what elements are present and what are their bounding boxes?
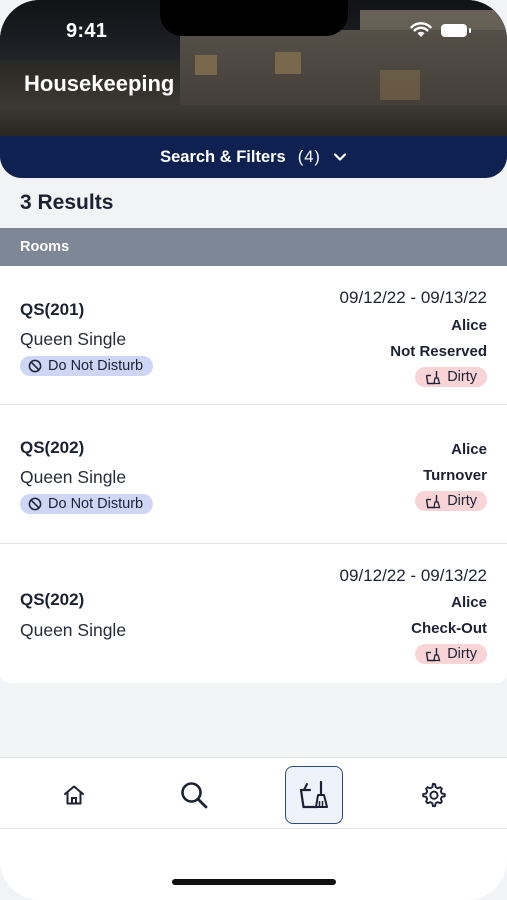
housekeeping-icon bbox=[299, 780, 328, 809]
assignee-name: Alice bbox=[451, 317, 487, 334]
room-code: QS(202) bbox=[20, 438, 85, 457]
battery-icon bbox=[441, 23, 471, 37]
housekeeping-icon bbox=[425, 647, 441, 661]
housekeeping-icon bbox=[425, 370, 441, 384]
room-code: QS(202) bbox=[20, 590, 85, 609]
room-card[interactable]: QS(202) Queen Single Do Not Disturb Alic… bbox=[0, 405, 507, 544]
app-screen: 9:41 Housekeeping Search & Filters (4) 3… bbox=[0, 0, 507, 900]
room-type: Queen Single bbox=[20, 467, 127, 487]
room-type: Queen Single bbox=[20, 329, 127, 349]
search-filters-button[interactable]: Search & Filters (4) bbox=[0, 136, 507, 178]
stay-dates: 09/12/22 - 09/13/22 bbox=[339, 566, 487, 585]
filter-label: Search & Filters bbox=[160, 147, 286, 166]
no-entry-icon bbox=[28, 497, 42, 511]
room-code: QS(201) bbox=[20, 300, 85, 319]
status-label: Dirty bbox=[447, 493, 477, 509]
room-card[interactable]: QS(202) Queen Single 09/12/22 - 09/13/22… bbox=[0, 544, 507, 683]
filter-count: (4) bbox=[297, 147, 321, 166]
stay-dates: 09/12/22 - 09/13/22 bbox=[339, 288, 487, 307]
gear-icon bbox=[422, 782, 446, 808]
status-label: Dirty bbox=[447, 369, 477, 385]
reservation-status: Not Reserved bbox=[390, 343, 487, 360]
tab-home[interactable] bbox=[45, 766, 103, 824]
tab-housekeeping[interactable] bbox=[285, 766, 343, 824]
housekeeping-icon bbox=[425, 494, 441, 508]
home-icon bbox=[64, 785, 84, 805]
no-entry-icon bbox=[28, 359, 42, 373]
search-icon bbox=[181, 782, 208, 809]
room-status-badge: Dirty bbox=[415, 491, 487, 511]
status-time: 9:41 bbox=[66, 20, 108, 42]
wifi-icon bbox=[410, 22, 432, 37]
room-type: Queen Single bbox=[20, 620, 127, 640]
reservation-status: Turnover bbox=[423, 467, 487, 484]
chevron-down-icon bbox=[333, 153, 347, 161]
page-title: Housekeeping bbox=[24, 71, 175, 96]
assignee-name: Alice bbox=[451, 594, 487, 611]
section-header-rooms: Rooms bbox=[0, 228, 507, 266]
tab-bar bbox=[0, 757, 507, 829]
tab-settings[interactable] bbox=[404, 766, 462, 824]
dnd-label: Do Not Disturb bbox=[48, 496, 144, 512]
reservation-status: Check-Out bbox=[411, 620, 487, 637]
device-notch bbox=[160, 0, 348, 36]
results-count: 3 Results bbox=[20, 191, 114, 214]
header: 9:41 Housekeeping Search & Filters (4) bbox=[0, 0, 507, 178]
do-not-disturb-badge: Do Not Disturb bbox=[20, 494, 154, 514]
do-not-disturb-badge: Do Not Disturb bbox=[20, 356, 154, 376]
room-card[interactable]: QS(201) Queen Single Do Not Disturb 09/1… bbox=[0, 266, 507, 405]
room-status-badge: Dirty bbox=[415, 367, 487, 387]
status-icons bbox=[410, 22, 471, 38]
assignee-name: Alice bbox=[451, 441, 487, 458]
home-indicator[interactable] bbox=[172, 879, 336, 885]
room-status-badge: Dirty bbox=[415, 644, 487, 664]
bottom-safe-area bbox=[0, 829, 507, 900]
status-label: Dirty bbox=[447, 646, 477, 662]
rooms-list: QS(201) Queen Single Do Not Disturb 09/1… bbox=[0, 266, 507, 683]
tab-search[interactable] bbox=[165, 766, 223, 824]
dnd-label: Do Not Disturb bbox=[48, 358, 144, 374]
